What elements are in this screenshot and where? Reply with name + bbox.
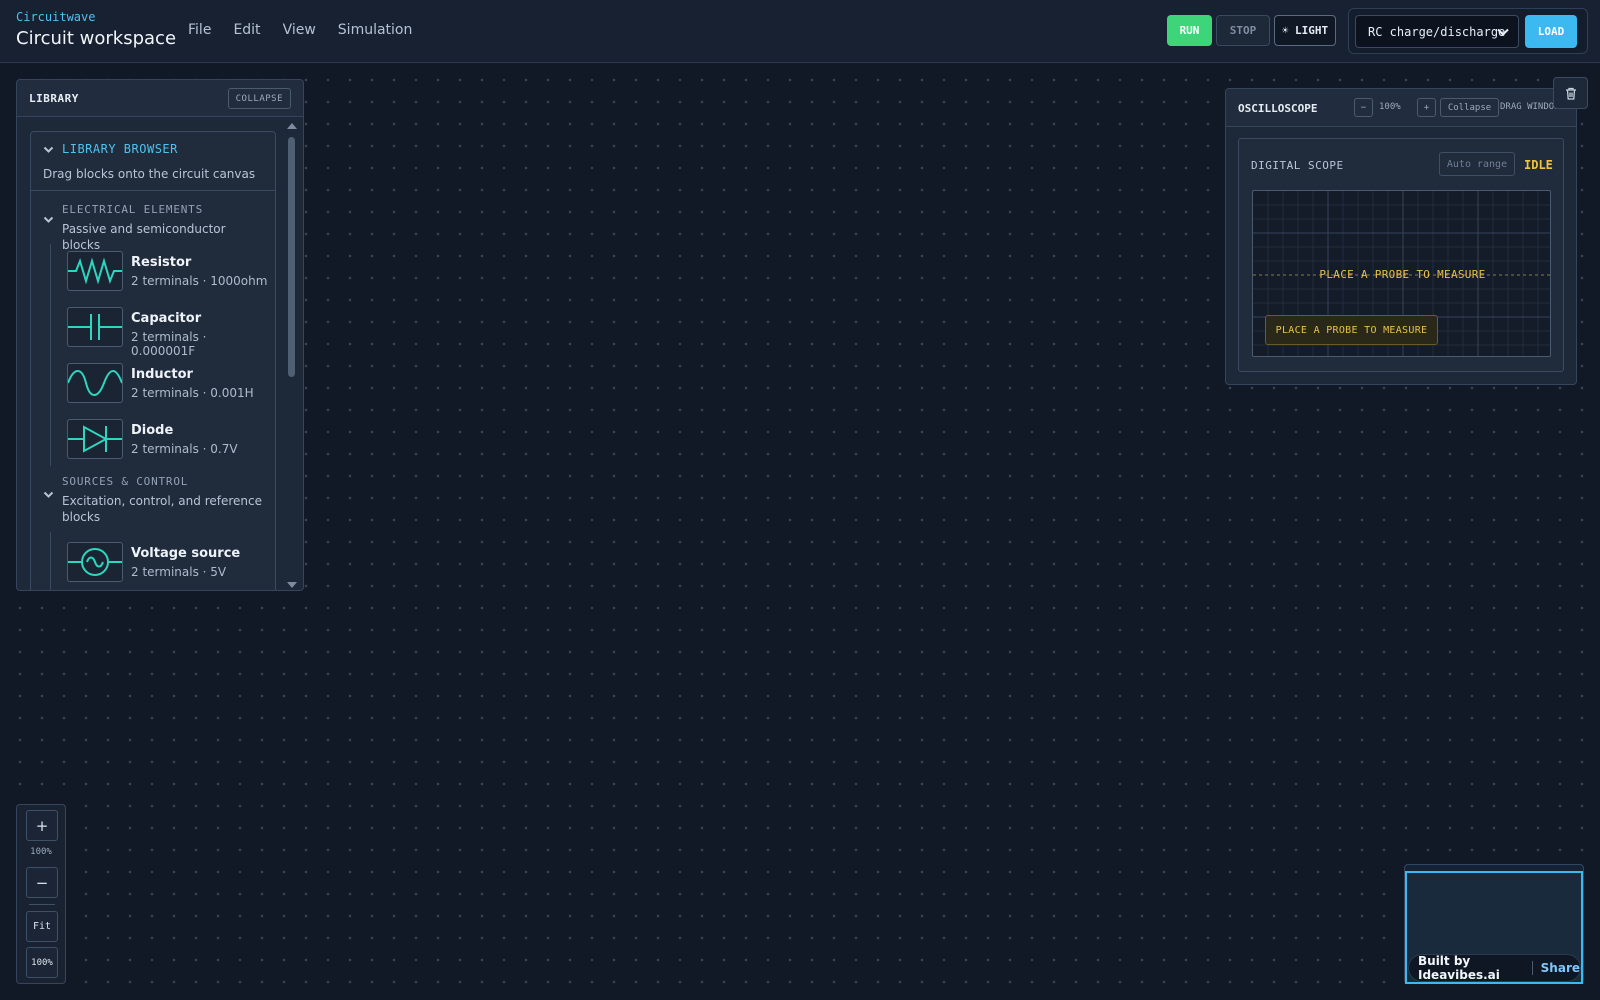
status-badge: IDLE: [1524, 158, 1553, 172]
item-name: Capacitor: [131, 311, 202, 326]
diode-icon: [67, 419, 123, 459]
load-button[interactable]: LOAD: [1525, 15, 1577, 48]
digital-scope: DIGITAL SCOPE Auto range IDLE PLACE A PR…: [1238, 138, 1564, 372]
tree-line: [50, 244, 51, 466]
digital-scope-label: DIGITAL SCOPE: [1251, 159, 1344, 172]
library-item-resistor[interactable]: Resistor 2 terminals · 1000ohm: [67, 251, 272, 293]
scope-zoom-in-button[interactable]: +: [1417, 98, 1436, 117]
run-button[interactable]: RUN: [1167, 15, 1212, 46]
resistor-icon: [67, 251, 123, 291]
main-menu: File Edit View Simulation: [188, 22, 412, 38]
library-header: LIBRARY COLLAPSE: [17, 80, 303, 117]
item-detail: 2 terminals · 0.7V: [131, 442, 238, 456]
library-panel: LIBRARY COLLAPSE LIBRARY BROWSER Drag bl…: [16, 79, 304, 591]
menu-edit[interactable]: Edit: [233, 22, 260, 38]
zoom-out-button[interactable]: −: [26, 867, 58, 898]
preset-loader: RC charge/discharge LOAD: [1348, 8, 1588, 54]
category-title[interactable]: SOURCES & CONTROL: [62, 475, 188, 488]
chevron-down-icon[interactable]: [43, 489, 54, 500]
library-item-voltage-source[interactable]: Voltage source 2 terminals · 5V: [67, 542, 272, 584]
item-detail: 2 terminals · 0.001H: [131, 386, 254, 400]
drag-window-handle[interactable]: DRAG WINDOW: [1500, 102, 1560, 112]
footer-badge: Built by Ideavibes.ai Share: [1408, 954, 1581, 982]
scroll-up-icon[interactable]: [286, 121, 298, 131]
probe-hint: PLACE A PROBE TO MEASURE: [1265, 315, 1438, 345]
built-by-link[interactable]: Built by Ideavibes.ai: [1418, 954, 1524, 982]
stop-button[interactable]: STOP: [1216, 15, 1270, 46]
canvas-zoom-controls: + 100% − Fit 100%: [16, 804, 66, 984]
delete-button[interactable]: [1553, 77, 1588, 109]
category-subtitle: Passive and semiconductor blocks: [62, 222, 226, 252]
library-collapse-button[interactable]: COLLAPSE: [227, 88, 291, 109]
divider: [1531, 961, 1533, 975]
item-detail: 2 terminals · 0.000001F: [131, 330, 207, 358]
library-item-inductor[interactable]: Inductor 2 terminals · 0.001H: [67, 363, 272, 405]
menu-file[interactable]: File: [188, 22, 211, 38]
scope-screen-message: PLACE A PROBE TO MEASURE: [1319, 268, 1486, 281]
library-body[interactable]: LIBRARY BROWSER Drag blocks onto the cir…: [30, 131, 276, 590]
zoom-fit-button[interactable]: Fit: [26, 911, 58, 942]
oscilloscope-window: OSCILLOSCOPE − 100% + Collapse DRAG WIND…: [1225, 88, 1577, 385]
category-title[interactable]: ELECTRICAL ELEMENTS: [62, 203, 203, 216]
library-item-diode[interactable]: Diode 2 terminals · 0.7V: [67, 419, 272, 461]
preset-select-value: RC charge/discharge: [1368, 24, 1506, 39]
menu-simulation[interactable]: Simulation: [338, 22, 413, 38]
chevron-down-icon[interactable]: [43, 144, 54, 155]
capacitor-icon: [67, 307, 123, 347]
tree-line: [50, 532, 51, 590]
category-subtitle: Excitation, control, and reference block…: [62, 494, 262, 524]
trash-icon: [1565, 87, 1576, 100]
menu-view[interactable]: View: [283, 22, 316, 38]
library-browser: LIBRARY BROWSER Drag blocks onto the cir…: [30, 131, 276, 590]
item-detail: 2 terminals · 1000ohm: [131, 274, 268, 288]
page-title: Circuit workspace: [16, 28, 177, 49]
scope-zoom-out-button[interactable]: −: [1354, 98, 1373, 117]
item-name: Voltage source: [131, 546, 241, 561]
zoom-level: 100%: [30, 847, 52, 857]
zoom-reset-button[interactable]: 100%: [26, 947, 58, 978]
library-item-capacitor[interactable]: Capacitor 2 terminals · 0.000001F: [67, 307, 272, 358]
oscilloscope-title: OSCILLOSCOPE: [1238, 102, 1318, 115]
library-browser-title: LIBRARY BROWSER: [62, 142, 178, 156]
scroll-thumb[interactable]: [288, 137, 295, 377]
top-bar: Circuitwave Circuit workspace File Edit …: [0, 0, 1600, 63]
brand-name: Circuitwave: [16, 10, 96, 24]
scope-screen: PLACE A PROBE TO MEASURE PLACE A PROBE T…: [1252, 190, 1551, 357]
chevron-down-icon[interactable]: [43, 214, 54, 225]
share-link[interactable]: Share: [1541, 961, 1580, 975]
item-detail: 2 terminals · 5V: [131, 565, 227, 579]
library-browser-header[interactable]: LIBRARY BROWSER Drag blocks onto the cir…: [31, 132, 275, 191]
library-title: LIBRARY: [29, 92, 79, 105]
zoom-in-button[interactable]: +: [26, 810, 58, 841]
voltage-source-icon: [67, 542, 123, 582]
auto-range-button[interactable]: Auto range: [1439, 152, 1515, 176]
oscilloscope-header: OSCILLOSCOPE − 100% + Collapse DRAG WIND…: [1226, 89, 1576, 127]
inductor-icon: [67, 363, 123, 403]
divider: [29, 904, 55, 905]
theme-toggle-button[interactable]: ☀ LIGHT: [1274, 15, 1336, 46]
item-name: Resistor: [131, 255, 192, 270]
scroll-down-icon[interactable]: [286, 580, 298, 590]
preset-select[interactable]: RC charge/discharge: [1355, 15, 1519, 48]
library-browser-subtitle: Drag blocks onto the circuit canvas: [43, 167, 256, 181]
item-name: Diode: [131, 423, 174, 438]
item-name: Inductor: [131, 367, 193, 382]
library-scrollbar[interactable]: [285, 121, 299, 590]
scope-zoom-level: 100%: [1379, 102, 1401, 112]
scope-collapse-button[interactable]: Collapse: [1440, 98, 1499, 117]
chevron-down-icon: [1497, 28, 1509, 36]
